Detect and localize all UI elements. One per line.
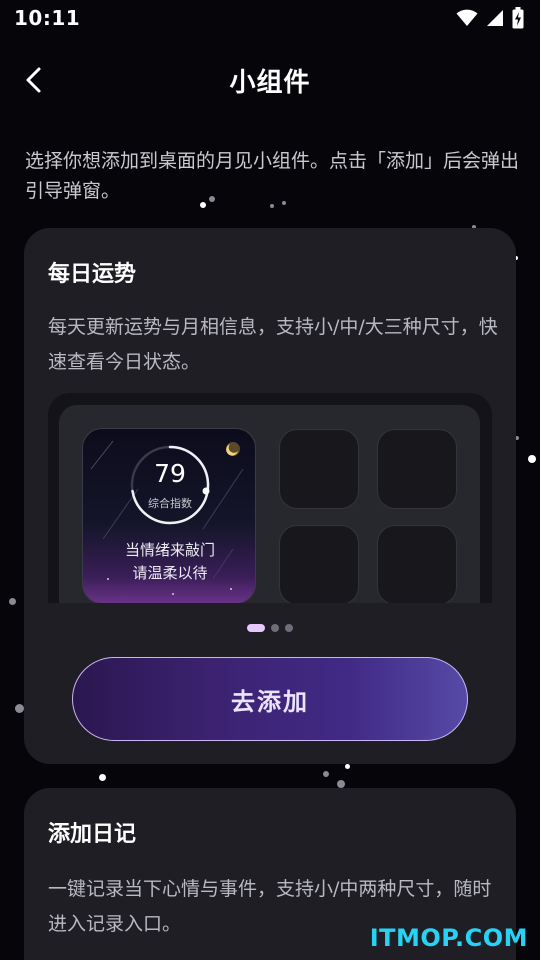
add-widget-button[interactable]: 去添加 <box>72 657 468 741</box>
page-title: 小组件 <box>229 68 311 98</box>
pager-dot[interactable] <box>271 624 279 632</box>
widget-placeholder <box>377 429 457 509</box>
card-description: 每天更新运势与月相信息，支持小/中/大三种尺寸，快速查看今日状态。 <box>48 316 498 373</box>
moon-icon <box>225 441 241 461</box>
star <box>15 704 24 713</box>
preview-homescreen: 79 综合指数 当情绪来敲门 请温柔以待 <box>59 405 480 603</box>
score-label: 综合指数 <box>148 497 192 510</box>
header: 小组件 <box>0 52 540 108</box>
widget-placeholder <box>377 525 457 603</box>
card-title: 每日运势 <box>48 261 137 287</box>
widget-placeholder <box>279 525 359 603</box>
pager-dot-active[interactable] <box>247 624 265 632</box>
watermark: ITMOP.COM <box>369 924 528 952</box>
pager-dots <box>24 624 516 632</box>
status-time: 10:11 <box>14 6 81 30</box>
wifi-icon <box>456 9 478 26</box>
widget-line-2: 请温柔以待 <box>132 564 208 582</box>
card-title: 添加日记 <box>48 821 137 847</box>
star <box>345 764 350 769</box>
battery-charging-icon <box>512 7 524 29</box>
star <box>99 774 106 781</box>
status-bar: 10:11 <box>0 0 540 36</box>
status-icons <box>456 7 524 29</box>
fortune-widget: 79 综合指数 当情绪来敲门 请温柔以待 <box>82 428 256 603</box>
daily-fortune-card: 每日运势 每天更新运势与月相信息，支持小/中/大三种尺寸，快速查看今日状态。 7… <box>24 228 516 764</box>
star <box>337 780 345 788</box>
widget-text: 当情绪来敲门 请温柔以待 <box>83 539 255 585</box>
star <box>9 598 16 605</box>
star <box>323 771 329 777</box>
widget-placeholder <box>279 429 359 509</box>
signal-icon <box>487 10 503 26</box>
score-value: 79 <box>154 459 186 488</box>
widget-line-1: 当情绪来敲门 <box>124 541 215 559</box>
pager-dot[interactable] <box>285 624 293 632</box>
star <box>528 455 536 463</box>
widget-preview[interactable]: 79 综合指数 当情绪来敲门 请温柔以待 <box>48 393 492 603</box>
intro-text: 选择你想添加到桌面的月见小组件。点击「添加」后会弹出引导弹窗。 <box>25 150 520 202</box>
